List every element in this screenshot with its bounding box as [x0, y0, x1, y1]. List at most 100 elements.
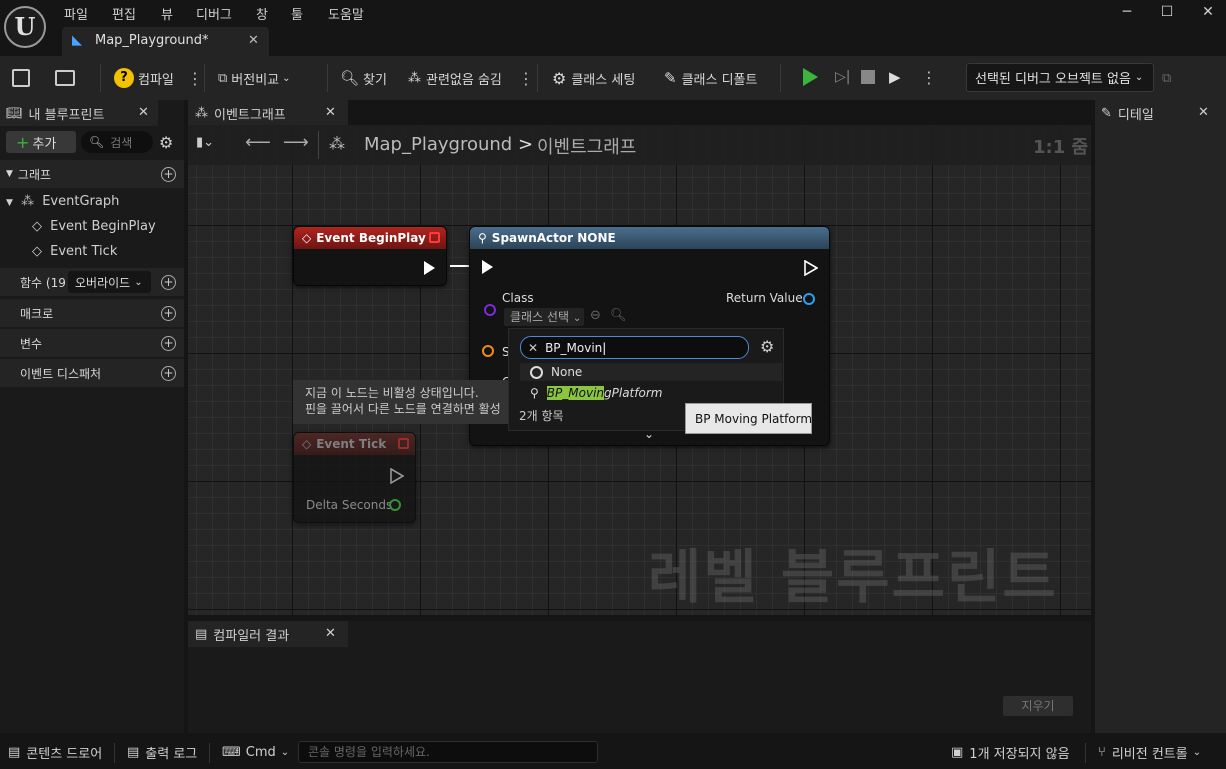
details-tab-label: 디테일	[1117, 107, 1154, 123]
exec-out-pin[interactable]	[424, 261, 435, 275]
compile-button[interactable]: ? 컴파일	[114, 56, 174, 100]
add-macro-icon[interactable]: +	[161, 305, 176, 321]
console-input[interactable]: 콘솔 명령을 입력하세요.	[298, 741, 598, 763]
macros-section-header[interactable]: 매크로 +	[0, 299, 184, 327]
menu-view[interactable]: 뷰	[161, 4, 173, 23]
diff-button[interactable]: ⧉ 버전비교 ⌄	[218, 56, 291, 100]
minimize-icon[interactable]: ─	[1117, 4, 1137, 22]
event-graph-tab[interactable]: ⁂ 이벤트그래프 ✕	[188, 100, 348, 126]
close-window-icon[interactable]: ✕	[1198, 4, 1218, 22]
dispatchers-section-header[interactable]: 이벤트 디스패처 +	[0, 359, 184, 387]
picker-option-bp-moving-platform[interactable]: ⚲ BP_Movin gPlatform	[520, 384, 782, 402]
unsaved-button[interactable]: ▣ 1개 저장되지 않음	[951, 736, 1070, 769]
event-beginplay-item[interactable]: ◇ Event BeginPlay	[32, 219, 156, 234]
event-diamond-icon: ◇	[32, 244, 42, 259]
graph-canvas[interactable]: 레벨 블루프린트 ◇ Event BeginPlay ⚲ SpawnActor …	[188, 125, 1091, 615]
breadcrumb-leaf[interactable]: 이벤트그래프	[537, 133, 636, 159]
event-graph-item[interactable]: ▼ ⁂ EventGraph	[6, 194, 119, 209]
clear-search-icon[interactable]: ✕	[528, 341, 538, 355]
spawn-transform-pin[interactable]	[482, 345, 494, 357]
output-log-button[interactable]: ▤ 출력 로그	[127, 736, 197, 769]
return-value-pin[interactable]	[803, 293, 815, 305]
class-defaults-button[interactable]: ✎ 클래스 디폴트	[664, 56, 757, 100]
play-icon[interactable]	[803, 68, 818, 86]
exec-out-pin[interactable]	[390, 468, 404, 484]
override-dropdown[interactable]: 오버라이드 ⌄	[68, 271, 151, 293]
exec-in-pin[interactable]	[482, 260, 493, 274]
node-title: SpawnActor NONE	[491, 231, 616, 245]
functions-section-header[interactable]: 함수 (19 오 오버라이드 ⌄ +	[0, 268, 184, 296]
none-circle-icon	[530, 365, 543, 379]
menu-debug[interactable]: 디버그	[196, 4, 232, 23]
use-selected-icon[interactable]: ⊖	[590, 308, 601, 323]
details-tab[interactable]: ✎ 디테일 ✕	[1095, 100, 1226, 126]
close-tab-icon[interactable]: ✕	[325, 626, 336, 641]
breadcrumb-root[interactable]: Map_Playground	[364, 134, 512, 155]
clear-button[interactable]: 지우기	[1003, 696, 1073, 716]
class-pin[interactable]	[484, 304, 496, 316]
settings-gear-icon[interactable]: ⚙	[159, 133, 173, 152]
event-tick-item[interactable]: ◇ Event Tick	[32, 244, 117, 259]
exec-out-pin[interactable]	[804, 260, 818, 276]
add-label: 추가	[32, 136, 57, 152]
bookmark-dropdown[interactable]: ▮⌄	[196, 135, 214, 150]
eject-icon[interactable]: ▶	[889, 68, 901, 86]
cmd-dropdown[interactable]: ⌨ Cmd ⌄	[222, 736, 289, 769]
close-tab-icon[interactable]: ✕	[248, 33, 259, 48]
compiler-results-tab[interactable]: ▤ 컴파일러 결과 ✕	[188, 621, 348, 647]
more-options-button[interactable]: ⋮	[518, 56, 534, 100]
add-function-icon[interactable]: +	[161, 274, 176, 290]
blueprint-search-input[interactable]: 🔍︎ 검색	[81, 131, 153, 153]
variables-section-header[interactable]: 변수 +	[0, 329, 184, 357]
document-tab[interactable]: ◣ Map_Playground* ✕	[62, 27, 269, 56]
close-panel-icon[interactable]: ✕	[1198, 105, 1209, 120]
diff-icon: ⧉	[218, 70, 228, 86]
picker-settings-gear-icon[interactable]: ⚙	[760, 337, 774, 356]
my-blueprint-panel: 📖︎ 내 블루프린트 ✕ + 추가 🔍︎ 검색 ⚙ ▼ 그래프 + ▼ ⁂ Ev…	[0, 100, 184, 733]
delta-seconds-pin[interactable]	[389, 499, 401, 511]
close-panel-icon[interactable]: ✕	[138, 105, 149, 120]
close-tab-icon[interactable]: ✕	[325, 105, 336, 120]
event-beginplay-node[interactable]: ◇ Event BeginPlay	[293, 226, 447, 286]
find-button[interactable]: 🔍︎ 찾기	[340, 56, 387, 100]
stop-icon[interactable]	[861, 70, 875, 84]
forward-arrow-icon[interactable]: ⟶	[283, 132, 309, 153]
event-delegate-icon[interactable]	[398, 438, 409, 449]
menu-window[interactable]: 창	[256, 4, 268, 23]
debug-filter-button[interactable]: ⧉	[1162, 56, 1171, 100]
graphs-section-header[interactable]: ▼ 그래프 +	[0, 160, 184, 188]
event-tick-node[interactable]: ◇ Event Tick Delta Seconds	[293, 432, 416, 523]
hide-unrelated-button[interactable]: ⁂ 관련없음 숨김	[408, 56, 502, 100]
event-delegate-icon[interactable]	[429, 232, 440, 243]
class-select-dropdown[interactable]: 클래스 선택 ⌄	[504, 308, 584, 326]
back-arrow-icon[interactable]: ⟵	[245, 132, 271, 153]
debug-object-select[interactable]: 선택된 디버그 오브젝트 없음 ⌄	[966, 63, 1154, 92]
menu-help[interactable]: 도움말	[328, 4, 364, 23]
add-dispatcher-icon[interactable]: +	[161, 365, 176, 381]
picker-option-none[interactable]: None	[520, 363, 782, 381]
menu-edit[interactable]: 편집	[112, 4, 136, 23]
menu-file[interactable]: 파일	[64, 4, 88, 23]
menu-tools[interactable]: 툴	[291, 4, 303, 23]
status-bar: ▤ 콘텐츠 드로어 ▤ 출력 로그 ⌨ Cmd ⌄ 콘솔 명령을 입력하세요. …	[0, 736, 1226, 769]
tooltip-line-2: 핀을 끌어서 다른 노드를 연결하면 활성	[305, 402, 501, 416]
compile-options-button[interactable]: ⋮	[187, 56, 203, 100]
save-button[interactable]	[12, 56, 30, 100]
add-variable-icon[interactable]: +	[161, 335, 176, 351]
class-settings-button[interactable]: ⚙ 클래스 세팅	[552, 56, 635, 100]
browse-icon[interactable]: 🔍︎	[610, 308, 627, 323]
my-blueprint-tab[interactable]: 📖︎ 내 블루프린트 ✕	[0, 100, 158, 126]
unreal-logo[interactable]: U	[4, 6, 46, 48]
breadcrumb-separator: >	[518, 134, 534, 155]
chevron-down-icon: ⌄	[282, 72, 291, 84]
diff-label: 버전비교	[231, 72, 280, 88]
content-drawer-button[interactable]: ▤ 콘텐츠 드로어	[8, 736, 102, 769]
play-options-icon[interactable]: ⋮	[921, 68, 937, 87]
revision-control-button[interactable]: ⑂ 리비전 컨트롤 ⌄	[1098, 736, 1201, 769]
class-picker-search-input[interactable]: ✕ BP_Movin |	[520, 336, 749, 359]
add-graph-icon[interactable]: +	[161, 166, 176, 182]
add-button[interactable]: + 추가	[6, 131, 76, 153]
maximize-icon[interactable]: ☐	[1157, 4, 1177, 22]
step-icon[interactable]: ▷|	[835, 69, 850, 85]
browse-button[interactable]	[55, 56, 75, 100]
